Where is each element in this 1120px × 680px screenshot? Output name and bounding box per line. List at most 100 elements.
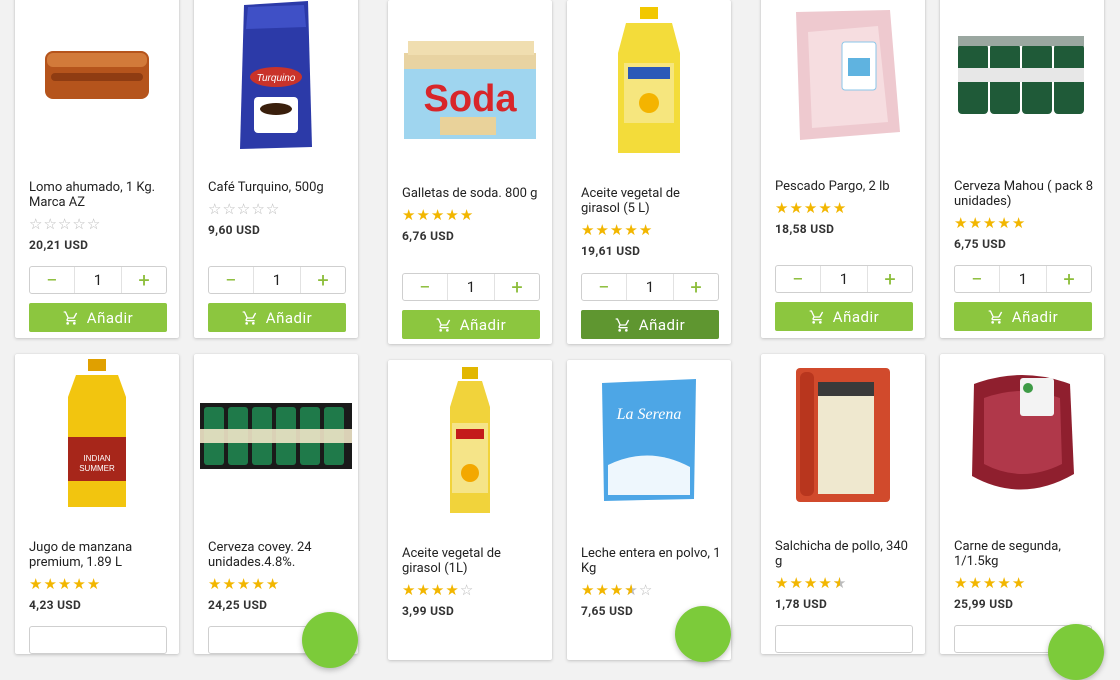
quantity-value[interactable]: 1 [447, 274, 495, 300]
star-full-icon: ★ [789, 199, 804, 217]
add-to-cart-button[interactable]: Añadir [581, 310, 719, 339]
decrease-button[interactable]: − [209, 267, 253, 293]
svg-text:La Serena: La Serena [616, 406, 682, 423]
product-name[interactable]: Carne de segunda, 1/1.5kg [954, 539, 1094, 569]
product-name[interactable]: Café Turquino, 500g [208, 180, 348, 195]
star-empty-icon: ☆ [459, 581, 475, 599]
product-name[interactable]: Pescado Pargo, 2 lb [775, 179, 915, 194]
oil-jug-image[interactable] [567, 0, 731, 160]
product-name[interactable]: Cerveza covey. 24 unidades.4.8%. [208, 540, 348, 570]
quantity-value[interactable]: 1 [74, 267, 122, 293]
increase-button[interactable]: + [301, 267, 345, 293]
product-card[interactable]: Soda Galletas de soda. 800 g ★★★★★ 6,76 … [388, 0, 552, 344]
star-full-icon: ★ [609, 221, 625, 239]
star-full-icon: ★ [997, 574, 1012, 592]
rating-stars: ★★★★★ [954, 575, 1094, 591]
oil-bottle-image[interactable] [388, 360, 552, 520]
svg-text:INDIAN: INDIAN [83, 454, 110, 463]
star-empty-icon: ☆ [57, 215, 73, 233]
star-full-icon: ★ [416, 206, 431, 224]
product-card[interactable]: Turquino Café Turquino, 500g ☆☆☆☆☆ 9,60 … [194, 0, 358, 338]
quantity-value[interactable]: 1 [253, 267, 301, 293]
star-full-icon: ★ [251, 575, 266, 593]
increase-button[interactable]: + [868, 266, 912, 292]
star-full-icon: ★ [832, 199, 848, 217]
add-to-cart-button[interactable]: Añadir [402, 310, 540, 339]
product-price: 20,21 USD [29, 238, 89, 252]
star-full-icon: ★ [803, 574, 819, 592]
star-full-icon: ★ [818, 574, 833, 592]
increase-button[interactable]: + [495, 274, 539, 300]
increase-button[interactable]: + [122, 267, 166, 293]
star-full-icon: ★ [954, 574, 969, 592]
star-full-icon: ★ [402, 581, 417, 599]
chat-button[interactable] [1048, 624, 1104, 680]
product-card[interactable]: Aceite vegetal de girasol (5 L) ★★★★★ 19… [567, 0, 731, 344]
increase-button[interactable]: + [674, 274, 718, 300]
star-full-icon: ★ [595, 221, 610, 239]
product-card[interactable]: Cerveza Mahou ( pack 8 unidades) ★★★★★ 6… [940, 0, 1104, 338]
decrease-button[interactable]: − [403, 274, 447, 300]
milk-powder-bag-image[interactable]: La Serena [567, 360, 731, 520]
add-to-cart-button[interactable]: Añadir [954, 302, 1092, 331]
chicken-sausage-pack-image[interactable] [761, 354, 925, 514]
smoked-pork-loin-image[interactable] [15, 0, 179, 154]
star-full-icon: ★ [982, 214, 998, 232]
decrease-button[interactable]: − [582, 274, 626, 300]
product-name[interactable]: Aceite vegetal de girasol (5 L) [581, 186, 721, 216]
add-to-cart-button[interactable]: Añadir [208, 303, 346, 332]
decrease-button[interactable]: − [30, 267, 74, 293]
rating-stars: ☆☆☆☆☆ [29, 216, 169, 232]
star-full-icon: ★ [236, 575, 252, 593]
coffee-bag-image[interactable]: Turquino [194, 0, 358, 154]
product-card[interactable]: Lomo ahumado, 1 Kg. Marca AZ ☆☆☆☆☆ 20,21… [15, 0, 179, 338]
decrease-button[interactable]: − [776, 266, 820, 292]
apple-juice-bottle-image[interactable]: INDIAN SUMMER [15, 354, 179, 514]
product-card[interactable]: Salchicha de pollo, 340 g ★★★★★ 1,78 USD [761, 354, 925, 654]
star-full-icon: ★ [222, 575, 237, 593]
star-full-icon: ★ [445, 206, 460, 224]
star-full-icon: ★ [43, 575, 58, 593]
product-name[interactable]: Aceite vegetal de girasol (1L) [402, 546, 542, 576]
product-name[interactable]: Jugo de manzana premium, 1.89 L [29, 540, 169, 570]
add-label: Añadir [459, 315, 507, 334]
quantity-value[interactable]: 1 [820, 266, 868, 292]
product-name[interactable]: Galletas de soda. 800 g [402, 186, 542, 201]
cart-icon [63, 310, 77, 325]
cart-icon [242, 310, 256, 325]
star-full-icon: ★ [609, 581, 625, 599]
add-label: Añadir [1011, 307, 1059, 326]
quantity-value[interactable]: 1 [999, 266, 1047, 292]
svg-text:SUMMER: SUMMER [79, 464, 115, 473]
product-card[interactable]: Pescado Pargo, 2 lb ★★★★★ 18,58 USD − 1 … [761, 0, 925, 338]
chat-button[interactable] [675, 606, 731, 662]
beer-case-image[interactable] [194, 354, 358, 514]
product-name[interactable]: Lomo ahumado, 1 Kg. Marca AZ [29, 180, 169, 210]
add-to-cart-button[interactable]: Añadir [775, 302, 913, 331]
chat-button[interactable] [302, 612, 358, 668]
star-empty-icon: ☆ [29, 215, 44, 233]
product-price: 3,99 USD [402, 604, 455, 618]
product-price: 4,23 USD [29, 598, 82, 612]
beef-meat-pack-image[interactable] [940, 354, 1104, 514]
product-price: 9,60 USD [208, 223, 261, 237]
product-card[interactable]: INDIAN SUMMER Jugo de manzana premium, 1… [15, 354, 179, 654]
rating-stars: ★★★★★ [775, 575, 915, 591]
product-name[interactable]: Cerveza Mahou ( pack 8 unidades) [954, 179, 1094, 209]
product-name[interactable]: Salchicha de pollo, 340 g [775, 539, 915, 569]
rating-stars: ☆☆☆☆☆ [208, 201, 348, 217]
decrease-button[interactable]: − [955, 266, 999, 292]
soda-crackers-box-image[interactable]: Soda [388, 10, 552, 170]
product-name[interactable]: Leche entera en polvo, 1 Kg [581, 546, 721, 576]
rating-stars: ★★★★★ [402, 207, 542, 223]
add-to-cart-button[interactable]: Añadir [29, 303, 167, 332]
product-card[interactable]: Carne de segunda, 1/1.5kg ★★★★★ 25,99 US… [940, 354, 1104, 654]
star-full-icon: ★ [954, 214, 969, 232]
star-empty-icon: ☆ [208, 200, 223, 218]
increase-button[interactable]: + [1047, 266, 1091, 292]
product-card[interactable]: Aceite vegetal de girasol (1L) ★★★★☆ 3,9… [388, 360, 552, 660]
quantity-value[interactable]: 1 [626, 274, 674, 300]
fish-fillet-image[interactable] [761, 0, 925, 154]
beer-cans-pack-image[interactable] [940, 0, 1104, 154]
product-card[interactable]: Cerveza covey. 24 unidades.4.8%. ★★★★★ 2… [194, 354, 358, 654]
